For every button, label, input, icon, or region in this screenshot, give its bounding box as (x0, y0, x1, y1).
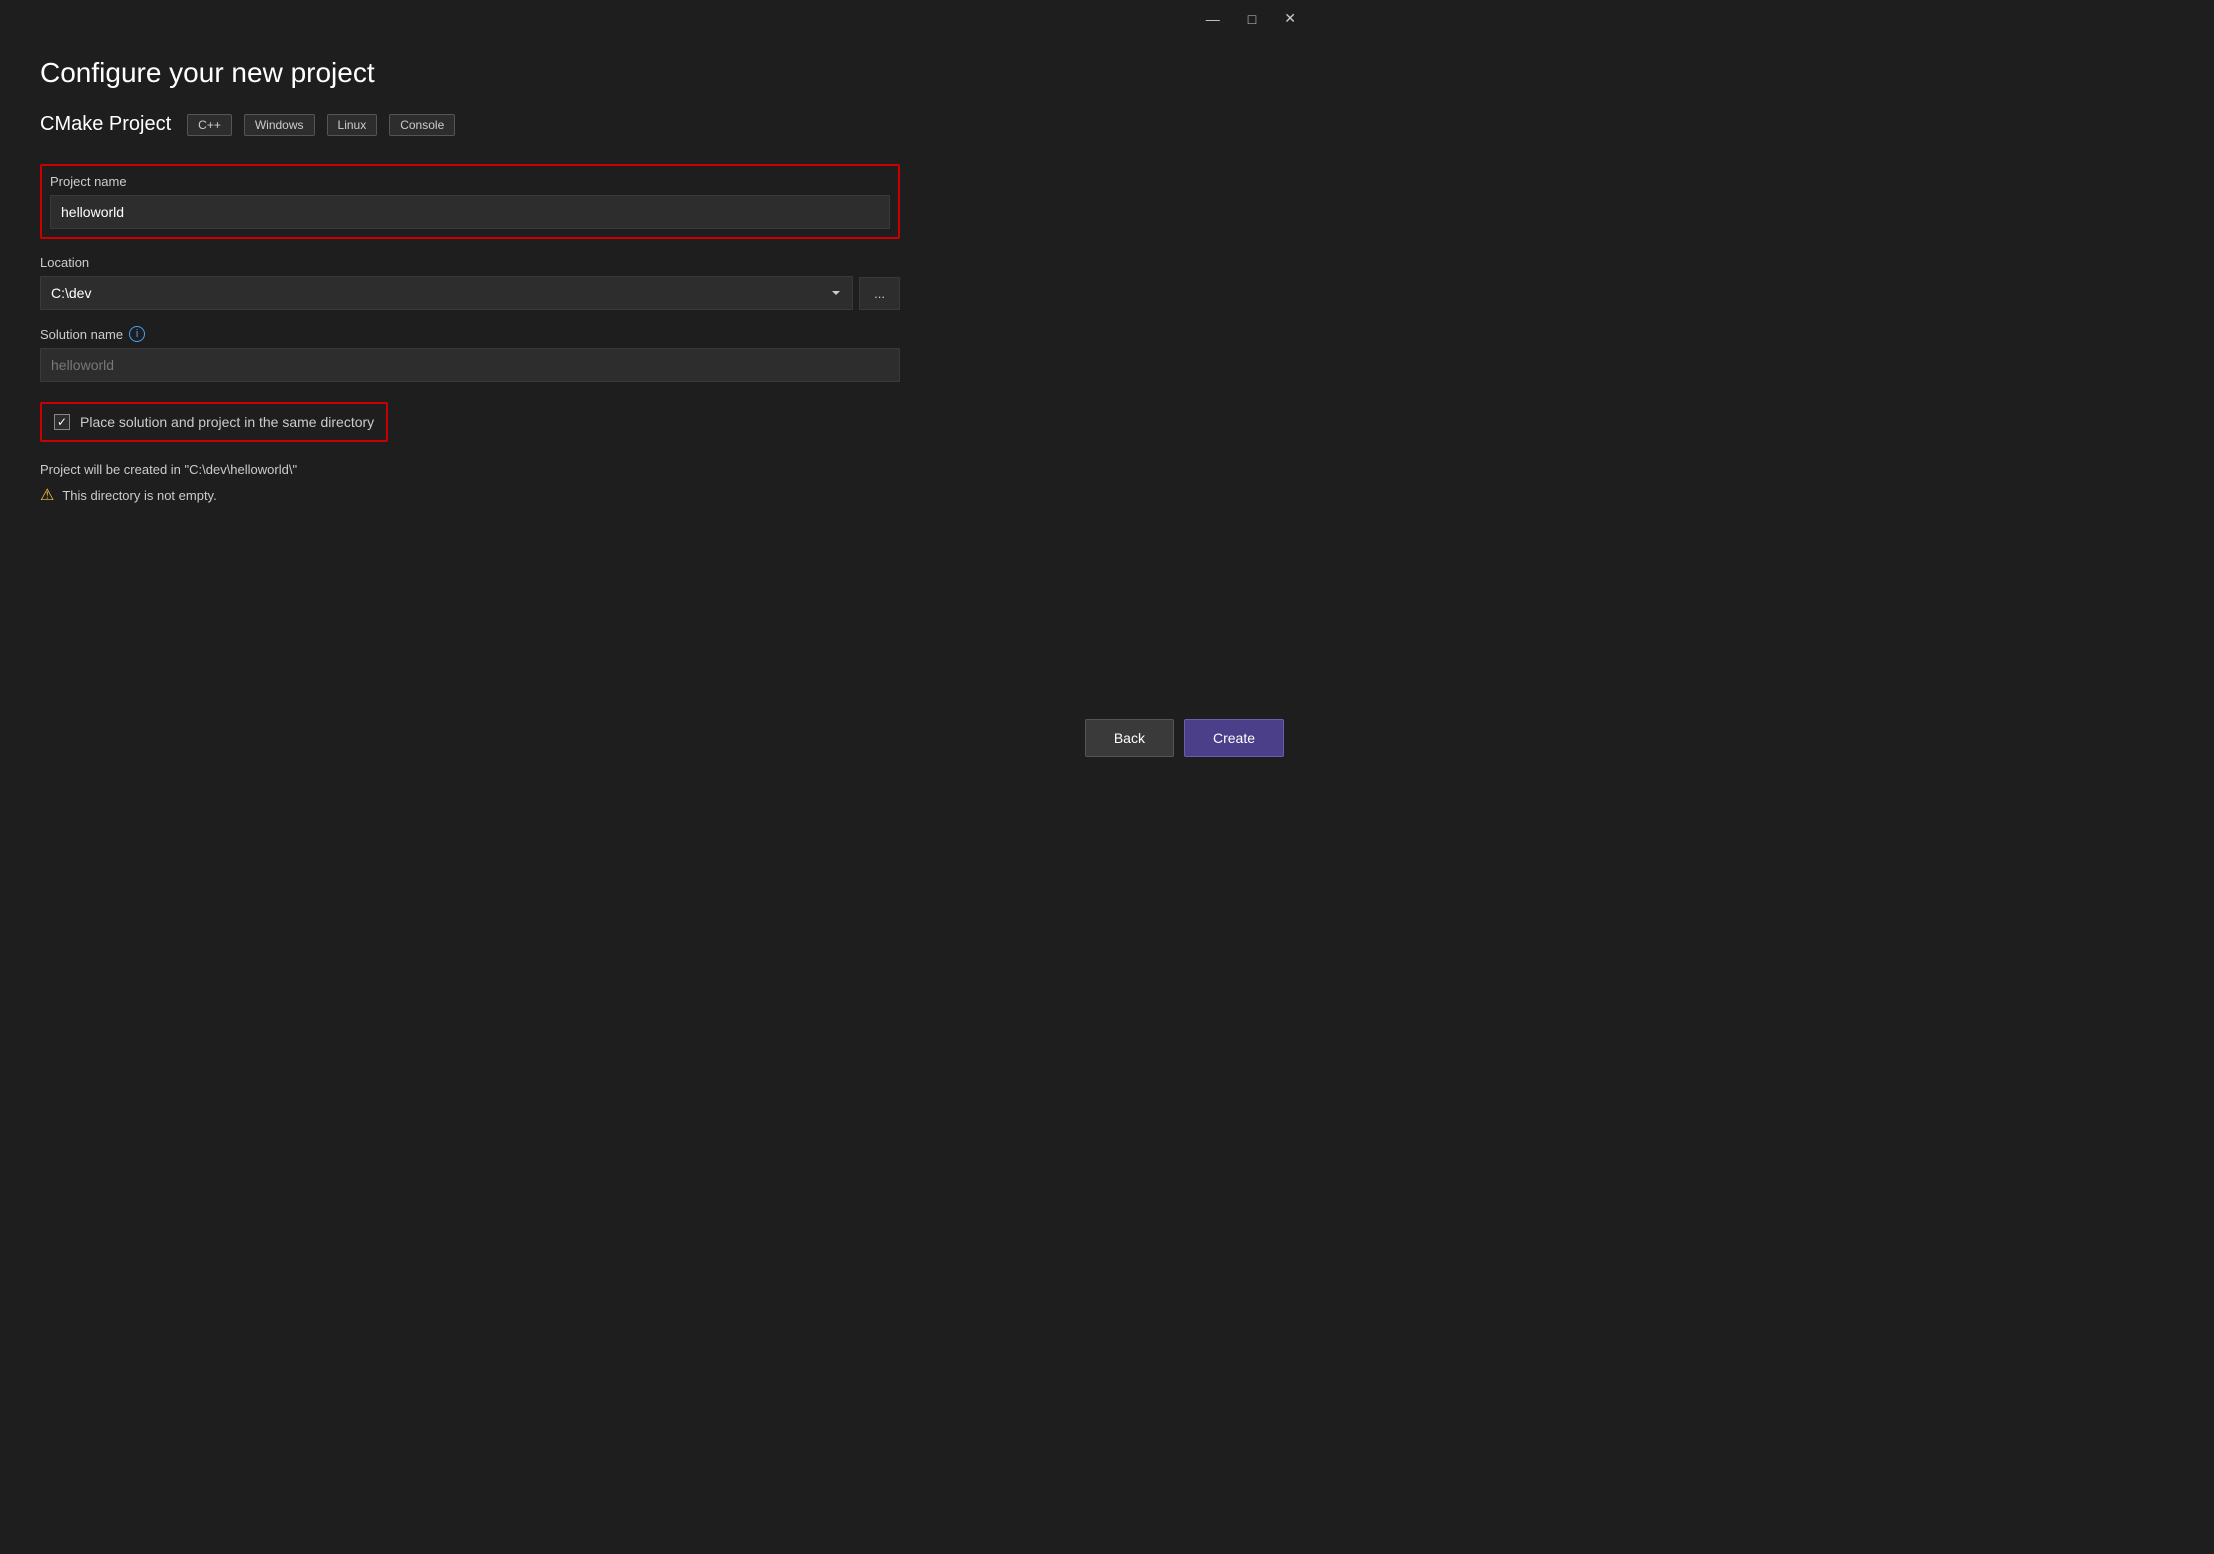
same-directory-label: Place solution and project in the same d… (80, 414, 374, 430)
warning-icon: ⚠ (40, 485, 54, 505)
location-row: C:\dev ... (40, 276, 900, 310)
solution-name-info-icon[interactable]: i (129, 326, 145, 342)
location-dropdown[interactable]: C:\dev (40, 276, 853, 310)
browse-button[interactable]: ... (859, 277, 900, 310)
page-title: Configure your new project (40, 57, 1274, 89)
location-label: Location (40, 255, 900, 270)
tag-cpp: C++ (187, 114, 232, 136)
back-button[interactable]: Back (1085, 719, 1174, 757)
minimize-button[interactable]: — (1200, 9, 1226, 29)
create-button[interactable]: Create (1184, 719, 1284, 757)
tag-windows: Windows (244, 114, 315, 136)
main-content: Configure your new project CMake Project… (0, 37, 1314, 525)
footer: Back Create (1085, 719, 1284, 757)
solution-name-field-group: Solution name i (40, 326, 900, 382)
close-button[interactable]: ✕ (1278, 8, 1302, 29)
maximize-button[interactable]: □ (1242, 9, 1262, 29)
project-name-input[interactable] (50, 195, 890, 229)
same-directory-checkbox-container[interactable]: Place solution and project in the same d… (40, 402, 388, 442)
tag-linux: Linux (327, 114, 378, 136)
warning-row: ⚠ This directory is not empty. (40, 485, 900, 505)
project-type-row: CMake Project C++ Windows Linux Console (40, 113, 1274, 136)
solution-name-input[interactable] (40, 348, 900, 382)
project-name-container: Project name (40, 164, 900, 239)
project-path-info: Project will be created in "C:\dev\hello… (40, 462, 900, 477)
project-name-label: Project name (50, 174, 890, 189)
project-type-name: CMake Project (40, 113, 171, 136)
tag-console: Console (389, 114, 455, 136)
same-directory-checkbox[interactable] (54, 414, 70, 430)
warning-text: This directory is not empty. (62, 488, 216, 503)
title-bar: — □ ✕ (0, 0, 1314, 37)
form-section: Project name Location C:\dev ... Solutio… (40, 164, 900, 505)
location-field-group: Location C:\dev ... (40, 255, 900, 310)
solution-name-label: Solution name i (40, 326, 900, 342)
